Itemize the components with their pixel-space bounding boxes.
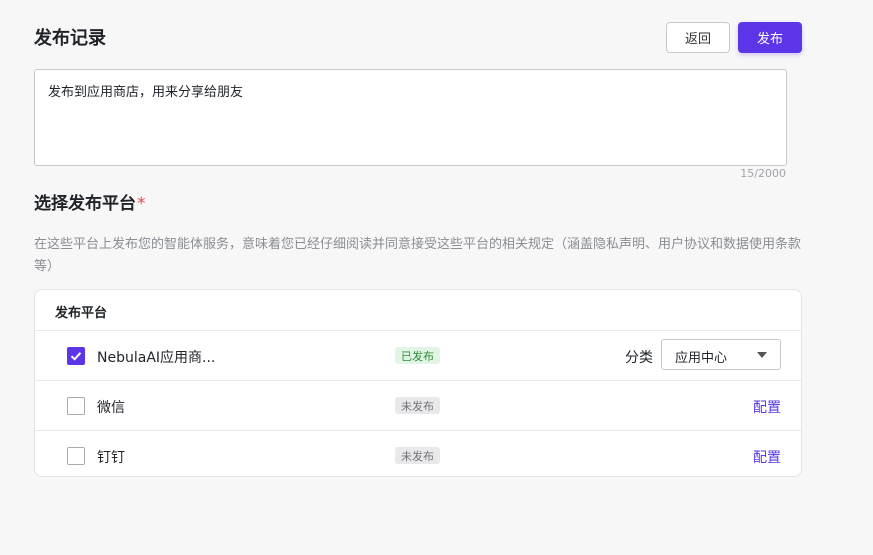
char-counter: 15/2000 bbox=[740, 167, 786, 180]
notes-text: 发布到应用商店，用来分享给朋友 bbox=[48, 85, 244, 100]
checkbox-dingtalk[interactable] bbox=[67, 447, 85, 465]
config-link-dingtalk[interactable]: 配置 bbox=[753, 447, 781, 467]
page-title: 发布记录 bbox=[34, 28, 106, 49]
required-mark: * bbox=[137, 194, 146, 214]
category-select[interactable]: 应用中心 bbox=[661, 339, 781, 370]
back-button[interactable]: 返回 bbox=[666, 22, 730, 53]
platform-name: 钉钉 bbox=[97, 450, 125, 466]
notes-textarea[interactable]: 发布到应用商店，用来分享给朋友 bbox=[34, 69, 787, 166]
status-badge: 未发布 bbox=[395, 447, 440, 464]
platform-section-title-text: 选择发布平台 bbox=[34, 194, 136, 214]
table-header: 发布平台 bbox=[35, 290, 801, 331]
config-link-wechat[interactable]: 配置 bbox=[753, 397, 781, 417]
publish-button[interactable]: 发布 bbox=[738, 22, 802, 53]
platform-section-title: 选择发布平台* bbox=[34, 189, 146, 214]
category-select-value: 应用中心 bbox=[675, 351, 728, 366]
checkbox-nebulaai[interactable] bbox=[67, 347, 85, 365]
status-badge: 未发布 bbox=[395, 397, 440, 414]
platform-name: 微信 bbox=[97, 400, 125, 416]
platform-table: 发布平台 NebulaAI应用商... 已发布 分类 应用中心 微信 未发布 配… bbox=[34, 289, 802, 477]
checkbox-wechat[interactable] bbox=[67, 397, 85, 415]
platform-description: 在这些平台上发布您的智能体服务，意味着您已经仔细阅读并同意接受这些平台的相关规定… bbox=[34, 237, 802, 274]
category-label: 分类 bbox=[625, 350, 653, 366]
chevron-down-icon bbox=[757, 352, 767, 358]
platform-name: NebulaAI应用商... bbox=[97, 350, 216, 366]
table-row: 钉钉 未发布 配置 bbox=[35, 431, 801, 476]
table-row: 微信 未发布 配置 bbox=[35, 381, 801, 431]
table-header-label: 发布平台 bbox=[55, 306, 108, 321]
check-icon bbox=[70, 352, 82, 361]
table-row: NebulaAI应用商... 已发布 分类 应用中心 bbox=[35, 331, 801, 381]
status-badge: 已发布 bbox=[395, 347, 440, 364]
